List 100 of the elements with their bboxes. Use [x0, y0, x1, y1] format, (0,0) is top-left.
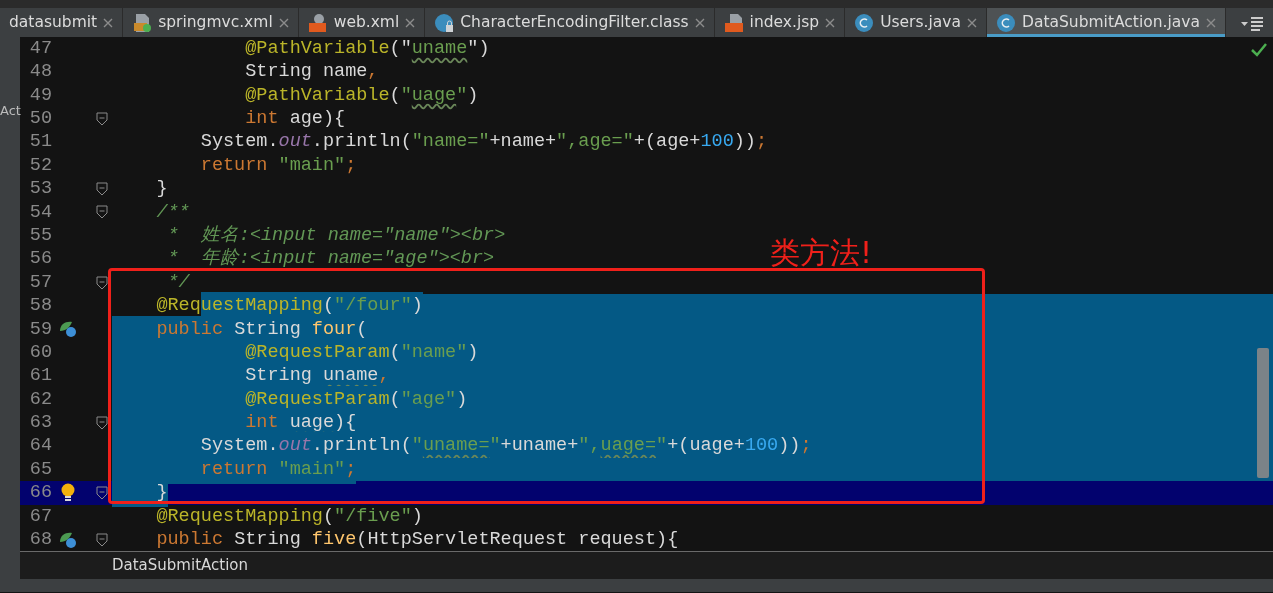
code-token: public [155, 528, 224, 553]
code-token: ( [389, 83, 401, 108]
line-number: 67 [28, 504, 52, 529]
code-token: "main" [277, 153, 346, 178]
code-token: ) [456, 385, 468, 414]
line-number: 52 [28, 153, 52, 178]
close-icon[interactable] [825, 17, 836, 28]
code-token: @PathVariable [244, 36, 390, 61]
line-number: 68 [28, 528, 52, 553]
code-token: uage [411, 83, 457, 108]
line-number: 62 [28, 387, 52, 412]
scrollbar-thumb[interactable] [1257, 348, 1269, 478]
editor-tab[interactable]: web.xml [298, 8, 426, 37]
close-icon[interactable] [103, 17, 114, 28]
code-token: ") [467, 36, 490, 61]
code-token: ; [800, 432, 812, 461]
class-file-icon [434, 12, 455, 33]
code-token: 100 [700, 130, 734, 155]
code-token: age){ [288, 107, 346, 131]
line-number: 48 [28, 60, 52, 85]
code-token: ; [345, 153, 357, 178]
code-token: +(uage+ [667, 432, 745, 461]
code-token: @PathVariable [244, 83, 390, 108]
code-token: uage= [600, 432, 657, 461]
line-number: 47 [28, 36, 52, 61]
code-token: String name [244, 60, 368, 85]
line-number: 53 [28, 177, 52, 202]
code-token: "/five" [334, 504, 412, 529]
xml-file-icon [132, 12, 153, 33]
editor-tab[interactable]: DataSubmitAction.java [986, 8, 1226, 37]
line-number: 55 [28, 223, 52, 248]
line-number: 66 [28, 481, 52, 506]
line-number: 64 [28, 434, 52, 459]
close-icon[interactable] [1205, 17, 1216, 28]
line-number: 54 [28, 200, 52, 225]
annotation-text: 类方法! [770, 234, 873, 272]
line-number: 49 [28, 83, 52, 108]
line-number: 57 [28, 270, 52, 295]
code-token: System. [199, 130, 279, 155]
code-token: (" [389, 36, 412, 61]
code-token: ) [467, 338, 479, 367]
code-token: int [244, 107, 279, 131]
code-token: ) [467, 83, 479, 108]
editor-tab[interactable]: Users.java [845, 8, 987, 37]
code-token: +name+ [489, 130, 557, 155]
close-icon[interactable] [966, 17, 977, 28]
code-token: * 姓名:<input name="name"><br> [166, 223, 506, 248]
class-file-icon [995, 12, 1016, 33]
code-token: five [311, 528, 357, 553]
code-token: ) [411, 292, 423, 320]
code-token: " [489, 432, 501, 461]
editor-tab[interactable]: CharacterEncodingFilter.class [425, 8, 715, 37]
code-token: * 年龄:<input name="age"><br> [166, 247, 495, 272]
code-token: @RequestMapping [155, 504, 323, 529]
code-token: "name=" [411, 130, 490, 155]
code-token: (HttpServletRequest request){ [356, 528, 679, 553]
code-token: uname= [422, 432, 490, 461]
xml-file-icon [307, 12, 328, 33]
code-token: ; [756, 130, 768, 155]
line-number: 59 [28, 317, 52, 342]
code-token: +uname+ [500, 432, 579, 461]
check-icon [1251, 43, 1267, 57]
code-token: " [411, 432, 423, 461]
code-token: ",age=" [556, 130, 634, 155]
code-token: /** [155, 200, 190, 225]
line-number: 63 [28, 411, 52, 436]
code-token: .println( [311, 130, 412, 155]
code-token: String [233, 528, 302, 553]
code-token: " [400, 83, 412, 108]
line-number: 50 [28, 107, 52, 131]
code-token: ) [411, 504, 423, 529]
line-number: 58 [28, 294, 52, 319]
line-number: 56 [28, 247, 52, 272]
editor-tab[interactable]: index.jsp [714, 8, 846, 37]
line-number: 61 [28, 364, 52, 389]
line-number: 51 [28, 130, 52, 155]
line-number: 60 [28, 340, 52, 365]
line-number: 65 [28, 457, 52, 482]
code-token: )) [733, 130, 756, 155]
code-token: " [656, 432, 668, 461]
code-token: ( [322, 504, 335, 529]
close-icon[interactable] [405, 17, 416, 28]
code-token: )) [778, 432, 801, 461]
code-token: ", [578, 432, 601, 461]
code-token: ( [389, 338, 401, 367]
panel-label: Act [0, 102, 21, 120]
code-token: " [456, 83, 468, 108]
code-token: return [199, 153, 268, 178]
breadcrumb-item[interactable]: DataSubmitAction [112, 554, 248, 577]
code-token: out [278, 130, 312, 155]
jsp-file-icon [723, 12, 744, 33]
close-icon[interactable] [278, 17, 289, 28]
code-token: , [367, 60, 379, 85]
code-token: ( [389, 385, 401, 414]
code-token: uname [411, 36, 468, 61]
code-token: */ [166, 270, 190, 295]
code-token: +(age+ [633, 130, 701, 155]
editor-tab[interactable]: springmvc.xml [123, 8, 299, 37]
class-file-icon [854, 12, 875, 33]
close-icon[interactable] [694, 17, 705, 28]
